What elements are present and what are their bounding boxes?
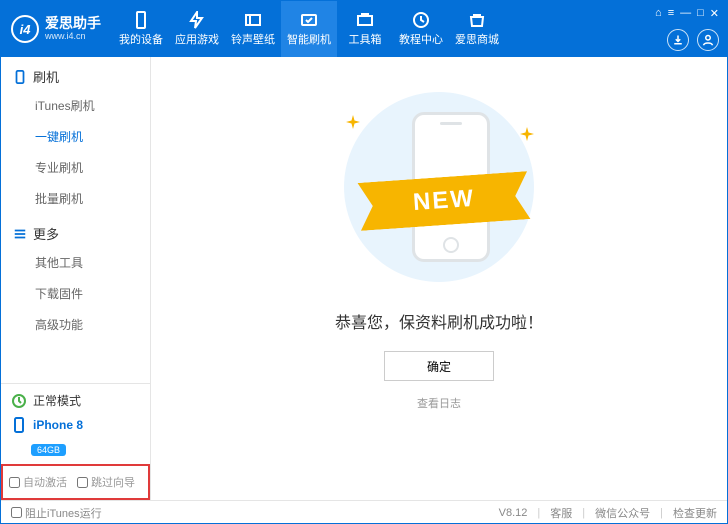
- auto-activate-checkbox[interactable]: 自动激活: [9, 474, 67, 490]
- brand-name: 爱思助手: [45, 16, 101, 31]
- device-mode-label: 正常模式: [33, 392, 81, 409]
- footer-link-wechat[interactable]: 微信公众号: [595, 505, 650, 521]
- sidebar-item-more-2[interactable]: 高级功能: [1, 309, 150, 340]
- menu-icon[interactable]: ≡: [668, 7, 674, 20]
- sidebar-section-flash: 刷机: [1, 57, 150, 90]
- footer-link-support[interactable]: 客服: [550, 505, 572, 521]
- skip-guide-checkbox[interactable]: 跳过向导: [77, 474, 135, 490]
- device-info[interactable]: iPhone 8: [11, 417, 140, 433]
- brand-sub: www.i4.cn: [45, 32, 101, 42]
- sidebar-item-flash-0[interactable]: iTunes刷机: [1, 90, 150, 121]
- sidebar-item-flash-3[interactable]: 批量刷机: [1, 183, 150, 214]
- device-mode[interactable]: 正常模式: [11, 392, 140, 409]
- sidebar-item-flash-1[interactable]: 一键刷机: [1, 121, 150, 152]
- close-icon[interactable]: ✕: [710, 7, 719, 20]
- download-button[interactable]: [667, 29, 689, 51]
- device-storage-badge: 64GB: [31, 444, 66, 456]
- tab-2[interactable]: 铃声壁纸: [225, 1, 281, 57]
- tab-4[interactable]: 工具箱: [337, 1, 393, 57]
- sidebar-item-more-1[interactable]: 下载固件: [1, 278, 150, 309]
- view-log-link[interactable]: 查看日志: [417, 395, 461, 411]
- device-name: iPhone 8: [33, 418, 83, 432]
- footer-link-update[interactable]: 检查更新: [673, 505, 717, 521]
- sidebar-item-flash-2[interactable]: 专业刷机: [1, 152, 150, 183]
- tab-3[interactable]: 智能刷机: [281, 1, 337, 57]
- brand-logo-icon: i4: [11, 15, 39, 43]
- version-label: V8.12: [499, 507, 528, 519]
- success-message: 恭喜您，保资料刷机成功啦！: [335, 309, 543, 333]
- flash-options-row: 自动激活 跳过向导: [1, 464, 150, 500]
- sidebar-item-more-0[interactable]: 其他工具: [1, 247, 150, 278]
- block-itunes-checkbox[interactable]: 阻止iTunes运行: [11, 505, 102, 521]
- tab-1[interactable]: 应用游戏: [169, 1, 225, 57]
- user-button[interactable]: [697, 29, 719, 51]
- success-illustration: NEW: [324, 87, 554, 287]
- tab-5[interactable]: 教程中心: [393, 1, 449, 57]
- sidebar-flash-title: 刷机: [33, 67, 59, 86]
- tab-6[interactable]: 爱思商城: [449, 1, 505, 57]
- maximize-icon[interactable]: □: [697, 7, 704, 20]
- brand-logo: i4 爱思助手 www.i4.cn: [11, 15, 101, 43]
- tab-0[interactable]: 我的设备: [113, 1, 169, 57]
- minimize-icon[interactable]: —: [680, 7, 691, 20]
- confirm-button[interactable]: 确定: [384, 351, 494, 381]
- sidebar-more-title: 更多: [33, 224, 59, 243]
- cart-icon[interactable]: ⌂: [655, 7, 662, 20]
- sidebar-section-more: 更多: [1, 214, 150, 247]
